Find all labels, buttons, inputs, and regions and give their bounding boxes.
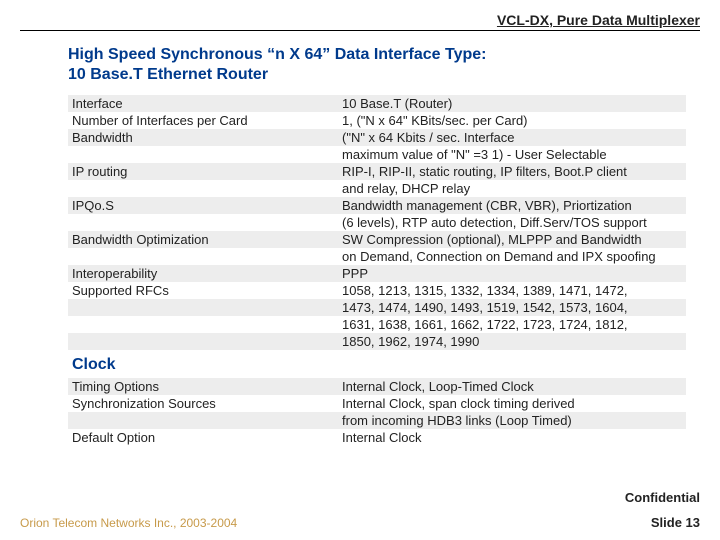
- spec-key: [68, 333, 338, 350]
- spec-value: PPP: [338, 265, 686, 282]
- spec-key: [68, 248, 338, 265]
- spec-key: IPQo.S: [68, 197, 338, 214]
- table-row: and relay, DHCP relay: [68, 180, 686, 197]
- footer: Confidential Orion Telecom Networks Inc.…: [20, 490, 700, 530]
- spec-table: Interface 10 Base.T (Router) Number of I…: [68, 95, 686, 446]
- spec-key: Bandwidth Optimization: [68, 231, 338, 248]
- spec-key: [68, 214, 338, 231]
- table-row: Bandwidth Optimization SW Compression (o…: [68, 231, 686, 248]
- table-row: on Demand, Connection on Demand and IPX …: [68, 248, 686, 265]
- spec-key: [68, 316, 338, 333]
- table-row: 1631, 1638, 1661, 1662, 1722, 1723, 1724…: [68, 316, 686, 333]
- spec-value: 1850, 1962, 1974, 1990: [338, 333, 686, 350]
- table-row: Default Option Internal Clock: [68, 429, 686, 446]
- table-row: Interoperability PPP: [68, 265, 686, 282]
- spec-key: Supported RFCs: [68, 282, 338, 299]
- table-row: Interface 10 Base.T (Router): [68, 95, 686, 112]
- spec-value: 10 Base.T (Router): [338, 95, 686, 112]
- spec-value: from incoming HDB3 links (Loop Timed): [338, 412, 686, 429]
- spec-value: 1473, 1474, 1490, 1493, 1519, 1542, 1573…: [338, 299, 686, 316]
- table-row: Bandwidth ("N" x 64 Kbits / sec. Interfa…: [68, 129, 686, 146]
- table-row: Supported RFCs 1058, 1213, 1315, 1332, 1…: [68, 282, 686, 299]
- spec-key: [68, 180, 338, 197]
- spec-value: Internal Clock, span clock timing derive…: [338, 395, 686, 412]
- spec-value: 1058, 1213, 1315, 1332, 1334, 1389, 1471…: [338, 282, 686, 299]
- spec-key: [68, 299, 338, 316]
- table-row: IPQo.S Bandwidth management (CBR, VBR), …: [68, 197, 686, 214]
- table-row: 1473, 1474, 1490, 1493, 1519, 1542, 1573…: [68, 299, 686, 316]
- spec-key: Interface: [68, 95, 338, 112]
- spec-key: [68, 412, 338, 429]
- spec-key: Default Option: [68, 429, 338, 446]
- spec-value: 1, ("N x 64" KBits/sec. per Card): [338, 112, 686, 129]
- table-row: IP routing RIP-I, RIP-II, static routing…: [68, 163, 686, 180]
- table-row: maximum value of "N" =3 1) - User Select…: [68, 146, 686, 163]
- table-row: from incoming HDB3 links (Loop Timed): [68, 412, 686, 429]
- spec-value: 1631, 1638, 1661, 1662, 1722, 1723, 1724…: [338, 316, 686, 333]
- confidential-label: Confidential: [20, 490, 700, 505]
- table-row: (6 levels), RTP auto detection, Diff.Ser…: [68, 214, 686, 231]
- slide-number: Slide 13: [651, 515, 700, 530]
- spec-value: ("N" x 64 Kbits / sec. Interface: [338, 129, 686, 146]
- page-title: High Speed Synchronous “n X 64” Data Int…: [68, 45, 700, 85]
- table-row: Number of Interfaces per Card 1, ("N x 6…: [68, 112, 686, 129]
- spec-value: maximum value of "N" =3 1) - User Select…: [338, 146, 686, 163]
- spec-value: Internal Clock, Loop-Timed Clock: [338, 378, 686, 395]
- spec-value: (6 levels), RTP auto detection, Diff.Ser…: [338, 214, 686, 231]
- spec-key: Timing Options: [68, 378, 338, 395]
- table-row: 1850, 1962, 1974, 1990: [68, 333, 686, 350]
- section-heading-clock: Clock: [68, 350, 686, 378]
- spec-key: [68, 146, 338, 163]
- title-line-2: 10 Base.T Ethernet Router: [68, 66, 268, 83]
- table-row: Synchronization Sources Internal Clock, …: [68, 395, 686, 412]
- spec-value: on Demand, Connection on Demand and IPX …: [338, 248, 686, 265]
- spec-key: Bandwidth: [68, 129, 338, 146]
- spec-key: Synchronization Sources: [68, 395, 338, 412]
- table-row: Timing Options Internal Clock, Loop-Time…: [68, 378, 686, 395]
- spec-key: Interoperability: [68, 265, 338, 282]
- title-line-1: High Speed Synchronous “n X 64” Data Int…: [68, 46, 486, 63]
- company-label: Orion Telecom Networks Inc., 2003-2004: [20, 516, 237, 530]
- doc-header: VCL-DX, Pure Data Multiplexer: [20, 12, 700, 31]
- spec-key: IP routing: [68, 163, 338, 180]
- spec-value: SW Compression (optional), MLPPP and Ban…: [338, 231, 686, 248]
- spec-value: and relay, DHCP relay: [338, 180, 686, 197]
- spec-value: Internal Clock: [338, 429, 686, 446]
- spec-key: Number of Interfaces per Card: [68, 112, 338, 129]
- spec-value: Bandwidth management (CBR, VBR), Priorti…: [338, 197, 686, 214]
- spec-value: RIP-I, RIP-II, static routing, IP filter…: [338, 163, 686, 180]
